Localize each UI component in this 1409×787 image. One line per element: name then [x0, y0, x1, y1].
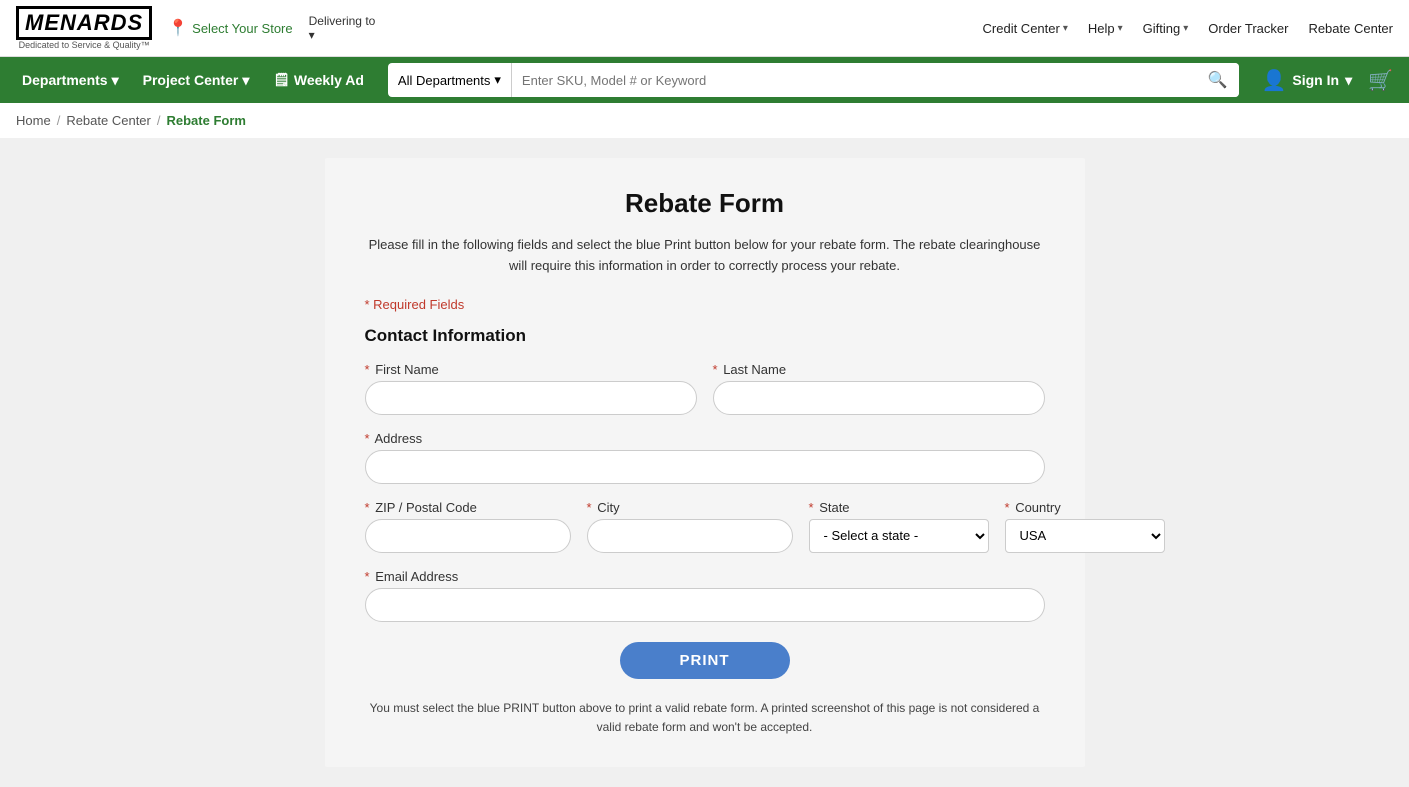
email-group: * Email Address — [365, 569, 1045, 622]
first-name-group: * First Name — [365, 362, 697, 415]
country-label: * Country — [1005, 500, 1165, 515]
zip-label: * ZIP / Postal Code — [365, 500, 571, 515]
required-star: * — [365, 569, 370, 584]
state-select[interactable]: - Select a state - — [809, 519, 989, 553]
rebate-center-label: Rebate Center — [1308, 21, 1393, 36]
email-label: * Email Address — [365, 569, 1045, 584]
state-group: * State - Select a state - — [809, 500, 989, 553]
search-bar: All Departments ▾ 🔍 — [388, 63, 1240, 97]
credit-center-link[interactable]: Credit Center ▾ — [983, 21, 1068, 36]
pin-icon: 📍 — [168, 18, 188, 38]
weekly-ad-icon: 🗒 — [273, 72, 290, 88]
location-row: * ZIP / Postal Code * City * State - Sel — [365, 500, 1045, 553]
form-container: Rebate Form Please fill in the following… — [325, 158, 1085, 767]
breadcrumb-current: Rebate Form — [167, 113, 246, 128]
top-right-nav: Credit Center ▾ Help ▾ Gifting ▾ Order T… — [983, 21, 1393, 36]
project-center-menu[interactable]: Project Center ▾ — [133, 57, 260, 103]
state-label: * State — [809, 500, 989, 515]
search-button[interactable]: 🔍 — [1196, 63, 1240, 97]
weekly-ad-link[interactable]: 🗒 Weekly Ad — [263, 57, 374, 103]
signin-area[interactable]: 👤 Sign In ▾ — [1253, 68, 1360, 93]
email-input[interactable] — [365, 588, 1045, 622]
contact-info-section: Contact Information — [365, 326, 1045, 346]
breadcrumb-rebate-center[interactable]: Rebate Center — [66, 113, 151, 128]
signin-label: Sign In — [1292, 72, 1339, 88]
last-name-input[interactable] — [713, 381, 1045, 415]
order-tracker-link[interactable]: Order Tracker — [1208, 21, 1288, 36]
country-group: * Country USA — [1005, 500, 1165, 553]
required-star: * — [809, 500, 814, 515]
city-group: * City — [587, 500, 793, 553]
chevron-down-icon: ▾ — [242, 72, 249, 89]
chevron-down-icon: ▾ — [309, 28, 315, 42]
chevron-down-icon: ▾ — [1345, 72, 1352, 89]
page-content: Rebate Form Please fill in the following… — [0, 138, 1409, 787]
search-dept-label: All Departments — [398, 73, 490, 88]
search-department-dropdown[interactable]: All Departments ▾ — [388, 63, 512, 97]
name-row: * First Name * Last Name — [365, 362, 1045, 415]
logo: MENARDS — [16, 6, 152, 40]
city-label: * City — [587, 500, 793, 515]
first-name-label: * First Name — [365, 362, 697, 377]
zip-group: * ZIP / Postal Code — [365, 500, 571, 553]
order-tracker-label: Order Tracker — [1208, 21, 1288, 36]
chevron-down-icon: ▾ — [112, 72, 119, 89]
user-icon: 👤 — [1261, 68, 1286, 93]
last-name-group: * Last Name — [713, 362, 1045, 415]
store-select[interactable]: 📍 Select Your Store — [168, 18, 292, 38]
address-group: * Address — [365, 431, 1045, 484]
required-note: * Required Fields — [365, 297, 1045, 312]
project-center-label: Project Center — [143, 72, 239, 88]
breadcrumb-separator: / — [157, 113, 161, 128]
departments-label: Departments — [22, 72, 108, 88]
breadcrumb-separator: / — [57, 113, 61, 128]
main-nav: Departments ▾ Project Center ▾ 🗒 Weekly … — [0, 57, 1409, 103]
required-star: * — [365, 431, 370, 446]
required-star: * — [365, 362, 370, 377]
rebate-center-link[interactable]: Rebate Center — [1308, 21, 1393, 36]
required-star: * — [587, 500, 592, 515]
top-bar: MENARDS Dedicated to Service & Quality™ … — [0, 0, 1409, 57]
credit-center-label: Credit Center — [983, 21, 1060, 36]
last-name-label: * Last Name — [713, 362, 1045, 377]
required-star: * — [713, 362, 718, 377]
departments-menu[interactable]: Departments ▾ — [12, 57, 129, 103]
delivering-label: Delivering to — [309, 14, 376, 28]
chevron-down-icon: ▾ — [1118, 23, 1123, 34]
form-description: Please fill in the following fields and … — [365, 235, 1045, 277]
zip-input[interactable] — [365, 519, 571, 553]
breadcrumb-home[interactable]: Home — [16, 113, 51, 128]
cart-icon[interactable]: 🛒 — [1364, 68, 1397, 93]
breadcrumb: Home / Rebate Center / Rebate Form — [0, 103, 1409, 138]
help-link[interactable]: Help ▾ — [1088, 21, 1123, 36]
print-note: You must select the blue PRINT button ab… — [365, 699, 1045, 737]
logo-text: MENARDS — [25, 10, 143, 35]
required-star: * — [1005, 500, 1010, 515]
print-button[interactable]: PRINT — [620, 642, 790, 679]
search-input[interactable] — [512, 73, 1196, 88]
address-label: * Address — [365, 431, 1045, 446]
delivering-to[interactable]: Delivering to ▾ — [309, 14, 376, 42]
logo-tagline: Dedicated to Service & Quality™ — [19, 40, 150, 50]
weekly-ad-label: Weekly Ad — [294, 72, 364, 88]
help-label: Help — [1088, 21, 1115, 36]
logo-area: MENARDS Dedicated to Service & Quality™ — [16, 6, 152, 50]
chevron-down-icon: ▾ — [494, 72, 501, 88]
gifting-label: Gifting — [1143, 21, 1181, 36]
city-input[interactable] — [587, 519, 793, 553]
gifting-link[interactable]: Gifting ▾ — [1143, 21, 1189, 36]
first-name-input[interactable] — [365, 381, 697, 415]
chevron-down-icon: ▾ — [1063, 23, 1068, 34]
chevron-down-icon: ▾ — [1183, 23, 1188, 34]
store-select-label: Select Your Store — [192, 21, 292, 36]
country-select[interactable]: USA — [1005, 519, 1165, 553]
form-title: Rebate Form — [365, 188, 1045, 219]
email-row: * Email Address — [365, 569, 1045, 622]
address-input[interactable] — [365, 450, 1045, 484]
required-star: * — [365, 500, 370, 515]
address-row: * Address — [365, 431, 1045, 484]
